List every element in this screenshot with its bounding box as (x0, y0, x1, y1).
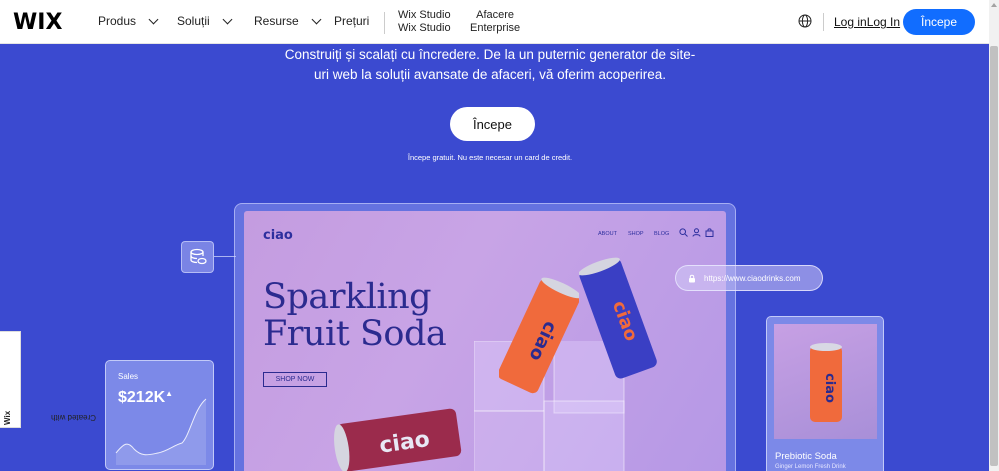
site-nav-blog: BLOG (654, 231, 670, 237)
blue-can-image: ciao (579, 257, 657, 379)
badge-brand: Wix (3, 410, 12, 425)
lock-icon (689, 274, 695, 282)
nav-item-enterprise[interactable]: Afacere Enterprise (470, 9, 520, 35)
nav-item-preturi[interactable]: Prețuri (334, 14, 369, 28)
sales-label: Sales (118, 372, 139, 381)
red-can-image: ciao (334, 408, 462, 471)
scrollbar[interactable] (989, 0, 999, 471)
nav-label: Soluții (177, 14, 210, 28)
start-button-header[interactable]: Începe (903, 9, 975, 35)
nav-item-wix-studio[interactable]: Wix Studio Wix Studio (398, 9, 451, 35)
hero-description: Construiți și scalați cu încredere. De l… (284, 47, 696, 82)
product-subtitle: Ginger Lemon Fresh Drink (775, 464, 846, 470)
site-nav-shop: SHOP (628, 231, 644, 237)
nav-label: Enterprise (470, 22, 521, 34)
chevron-down-icon (222, 14, 233, 24)
hero-start-button[interactable]: Începe (450, 107, 535, 141)
shop-now-button: SHOP NOW (263, 372, 327, 387)
nav-label: Wix Studio (398, 22, 451, 34)
scrollbar-thumb[interactable] (990, 46, 998, 466)
product-card: ciao Prebiotic Soda Ginger Lemon Fresh D… (766, 316, 884, 471)
nav-label: Afacere (476, 9, 515, 21)
connector-line (214, 256, 236, 257)
wix-logo[interactable]: WIX (13, 10, 62, 35)
can-brand-text: ciao (822, 373, 837, 403)
nav-label: Prețuri (334, 14, 370, 28)
nav-item-resurse[interactable]: Resurse (254, 14, 322, 28)
sales-card: Sales $212K▲ (105, 360, 214, 470)
nav-divider (384, 12, 385, 34)
header-divider (823, 13, 824, 31)
prebiotic-can-image: ciao (810, 343, 842, 422)
top-navigation-bar: WIX Produs Soluții Resurse Prețuri Wix S… (0, 0, 999, 44)
chevron-down-icon (311, 14, 322, 24)
scroll-up-arrow-icon[interactable] (991, 3, 997, 7)
headline-line-2: Fruit Soda (263, 314, 447, 354)
product-image: ciao (774, 324, 877, 439)
nav-item-solutii[interactable]: Soluții (177, 14, 233, 28)
badge-prefix: Created with (51, 413, 96, 422)
ciao-logo: ciao (263, 228, 293, 243)
site-preview: ciao ABOUT SHOP BLOG Sparkling Fruit Sod… (244, 211, 726, 471)
product-name: Prebiotic Soda (775, 451, 837, 462)
headline-line-1: Sparkling (263, 277, 432, 317)
nav-item-produs[interactable]: Produs (98, 14, 159, 28)
hero-headline: Sparkling Fruit Soda (263, 277, 447, 354)
database-icon-card (181, 241, 214, 273)
search-icon (679, 228, 688, 237)
badge-text: Created with Wix (3, 410, 96, 425)
site-nav-about: ABOUT (598, 231, 617, 237)
globe-icon[interactable] (798, 14, 812, 28)
bag-icon (705, 228, 714, 237)
database-icon (189, 248, 207, 265)
orange-can-image: ciao (499, 277, 579, 394)
nav-label: Resurse (254, 14, 299, 28)
chevron-down-icon (148, 14, 159, 24)
sales-trend-chart (115, 398, 207, 465)
nav-label: Produs (98, 14, 137, 28)
nav-label: Wix Studio (398, 9, 451, 21)
url-pill: https://www.ciaodrinks.com (675, 265, 823, 291)
site-url: https://www.ciaodrinks.com (704, 273, 801, 283)
user-icon (692, 228, 701, 237)
login-link[interactable]: Log inLog In (834, 15, 900, 29)
hero-note: Începe gratuit. Nu este necesar un card … (407, 153, 573, 162)
created-with-wix-badge[interactable]: Created with Wix (0, 331, 96, 428)
